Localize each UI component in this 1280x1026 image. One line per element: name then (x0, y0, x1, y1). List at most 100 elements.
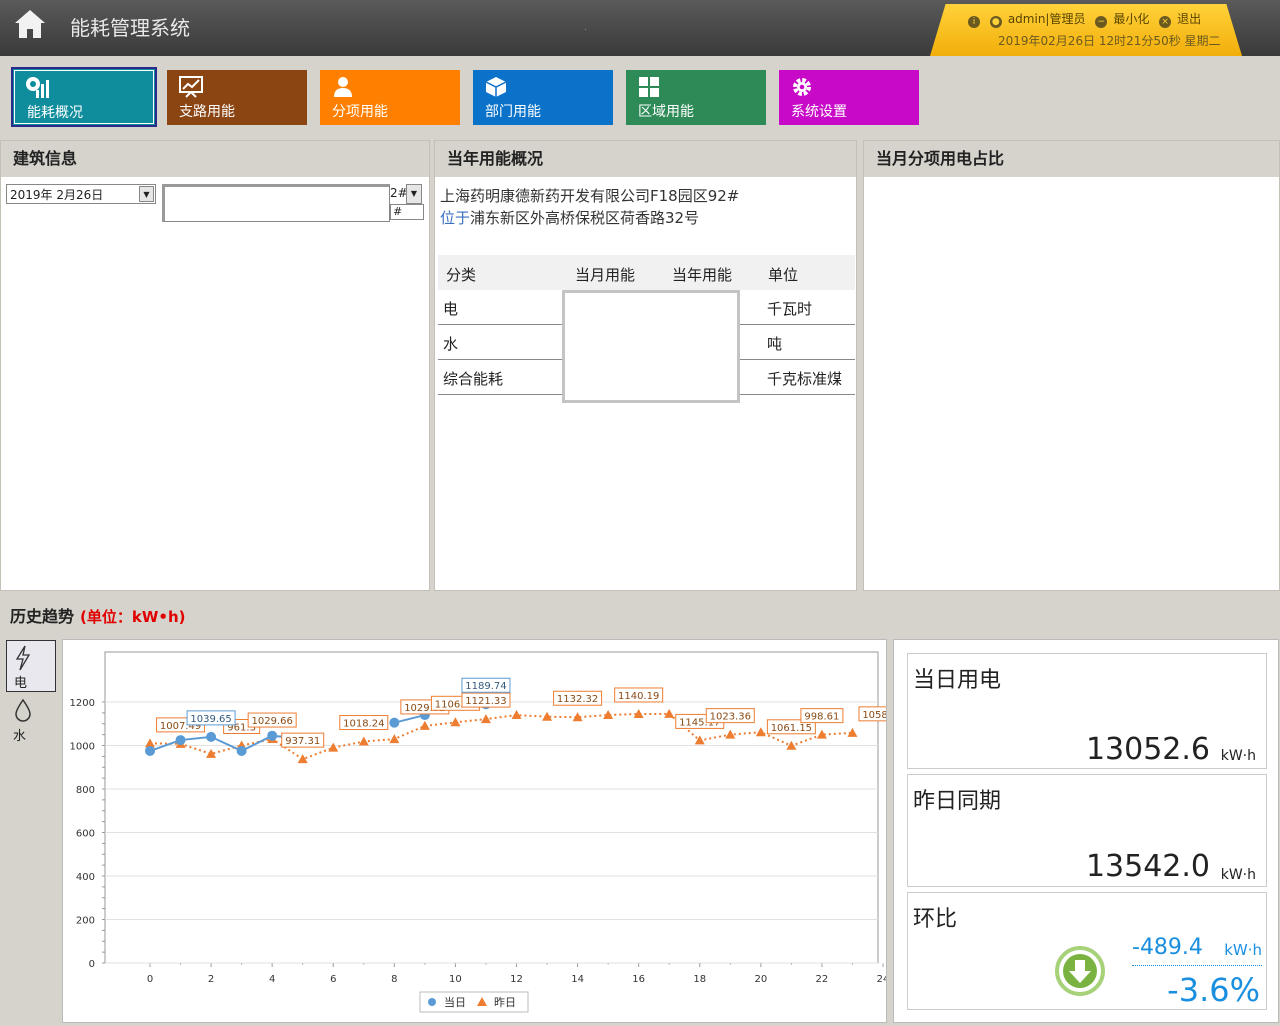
today-unit: kW·h (1220, 748, 1256, 764)
address-prefix: 位于 (440, 209, 471, 227)
data-label-yesterday: 998.61 (804, 712, 839, 723)
data-label-yesterday: 1140.19 (618, 691, 659, 702)
x-tick-label: 20 (754, 974, 767, 985)
data-point-today (389, 717, 400, 728)
gear-icon (793, 78, 811, 96)
row-unit: 千瓦时 (767, 300, 813, 318)
y-tick-label: 800 (76, 785, 95, 796)
tab-water[interactable]: 水 (6, 694, 56, 746)
nav-department-energy[interactable]: 部门用能 (473, 70, 613, 125)
legend-marker-today (428, 998, 436, 1006)
x-tick-label: 22 (816, 974, 829, 985)
combo-dropdown-item[interactable]: # (390, 204, 424, 220)
data-label-yesterday: 1061.15 (771, 723, 812, 734)
nav-energy-overview[interactable]: 能耗概况 (11, 67, 157, 127)
x-tick-label: 4 (269, 974, 275, 985)
y-tick-label: 1000 (70, 742, 95, 753)
row-category: 电 (443, 300, 459, 318)
grid-icon (639, 77, 659, 97)
water-drop-icon (15, 698, 31, 722)
lightning-icon (15, 645, 31, 671)
row-category: 综合能耗 (443, 370, 504, 388)
user-name[interactable]: admin|管理员 (1008, 12, 1086, 26)
diff-value: -489.4 (1132, 935, 1203, 960)
data-point-today (175, 735, 186, 746)
x-tick-label: 14 (571, 974, 584, 985)
chevron-down-icon[interactable]: ▼ (406, 184, 422, 204)
date-picker[interactable]: 2019年 2月26日 ▼ (6, 184, 156, 204)
history-unit: (单位：kW•h) (80, 608, 186, 626)
chevron-down-icon[interactable]: ▼ (139, 186, 154, 202)
col-category: 分类 (446, 266, 477, 284)
percent-value: -3.6% (1167, 971, 1260, 1009)
x-tick-label: 0 (147, 974, 153, 985)
tab-electricity[interactable]: 电 (6, 640, 56, 692)
x-tick-label: 16 (632, 974, 645, 985)
separator-dot: . (584, 22, 588, 33)
today-card: 当日用电 13052.6 kW·h (907, 653, 1267, 769)
close-icon[interactable]: × (1159, 16, 1172, 28)
nav-label: 分项用能 (332, 104, 388, 120)
yesterday-unit: kW·h (1220, 867, 1256, 883)
minimize-button[interactable]: 最小化 (1113, 12, 1149, 26)
x-tick-label: 2 (208, 974, 214, 985)
person-icon (334, 77, 352, 97)
stats-panel: 当日用电 13052.6 kW·h 昨日同期 13542.0 kW·h 环比 -… (893, 639, 1279, 1023)
company-name: 上海药明康德新药开发有限公司F18园区92# (440, 187, 740, 205)
user-icon: ● (989, 16, 1002, 28)
usage-table-header: 分类 当月用能 当年用能 单位 (438, 255, 855, 290)
data-label-yesterday: 1132.32 (557, 694, 598, 705)
y-tick-label: 1200 (70, 698, 95, 709)
nav-system-settings[interactable]: 系统设置 (779, 70, 919, 125)
x-tick-label: 10 (449, 974, 462, 985)
ratio-title: 环比 (913, 907, 958, 932)
data-label-yesterday: 1058.19 (862, 710, 886, 721)
y-tick-label: 0 (89, 959, 95, 970)
info-icon[interactable]: i (968, 16, 980, 28)
top-bar: 能耗管理系统 . i ● admin|管理员 − 最小化 × 退出 2019年02月2… (0, 0, 1280, 56)
home-icon[interactable] (12, 6, 48, 42)
row-unit: 吨 (767, 335, 783, 353)
app-title: 能耗管理系统 (70, 16, 190, 40)
nav-area-energy[interactable]: 区域用能 (626, 70, 766, 125)
tab-label: 电 (14, 676, 28, 691)
col-unit: 单位 (768, 266, 799, 284)
history-chart: 0200400600800100012000 2 4 6 8 10 12 14 16 18 20 22… (70, 651, 908, 1013)
diff-row: -489.4 kW·h (1132, 935, 1262, 966)
yesterday-title: 昨日同期 (913, 789, 1002, 814)
tab-label: 水 (13, 729, 27, 744)
x-tick-label: 24 (877, 974, 886, 985)
building-combo[interactable]: 2# ▼ # (162, 184, 424, 222)
yesterday-value: 13542.0 (1085, 849, 1210, 884)
building-select-box[interactable] (162, 184, 390, 222)
nav-label: 支路用能 (179, 104, 235, 120)
col-year: 当年用能 (672, 266, 733, 284)
yearly-panel-title: 当年用能概况 (435, 141, 856, 177)
nav-label: 能耗概况 (27, 105, 83, 121)
data-label-yesterday: 1029.66 (251, 716, 292, 727)
minimize-icon[interactable]: − (1095, 16, 1108, 28)
diff-unit: kW·h (1224, 941, 1262, 959)
today-value: 13052.6 (1085, 732, 1210, 767)
usage-values-box (562, 290, 740, 403)
nav-label: 系统设置 (791, 104, 847, 120)
date-value: 2019年 2月26日 (10, 188, 104, 202)
monthly-panel-title: 当月分项用电占比 (864, 141, 1279, 177)
nav-label: 部门用能 (485, 104, 541, 120)
logout-button[interactable]: 退出 (1177, 12, 1201, 26)
history-chart-panel: 0 200 400 600 800 1000 1200 0 2 4 6 8 10 12 14 16 18 20 22… (62, 639, 908, 1023)
data-point-today (206, 731, 217, 742)
data-point-today (145, 745, 155, 756)
col-month: 当月用能 (575, 266, 636, 284)
company-address: 位于浦东新区外高桥保税区荷香路32号 (440, 207, 699, 228)
y-tick-label: 200 (76, 916, 95, 927)
data-label-yesterday: 1018.24 (343, 719, 384, 730)
x-tick-label: 12 (510, 974, 523, 985)
y-tick-label: 600 (76, 829, 95, 840)
nav-branch-energy[interactable]: 支路用能 (167, 70, 307, 125)
legend-label-yesterday: 昨日 (494, 996, 516, 1009)
nav-item-energy[interactable]: 分项用能 (320, 70, 460, 125)
today-title: 当日用电 (913, 668, 1002, 693)
chart-icon (179, 76, 203, 98)
x-tick-label: 6 (330, 974, 336, 985)
